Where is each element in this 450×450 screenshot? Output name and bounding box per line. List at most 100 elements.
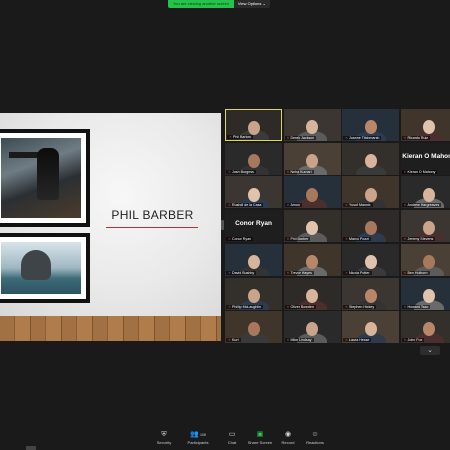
participant-name: ✕Joanne Titchmarsh [343, 136, 382, 140]
participant-tile[interactable]: ✕Ricardo Ruiz [400, 109, 450, 141]
participant-name-text: Marco Pozzi [349, 237, 369, 242]
participant-tile[interactable]: ✕Mike Lindsay [283, 311, 341, 344]
participant-name-text: Conor Ryan [232, 237, 252, 242]
participant-tile[interactable]: ✕Jeremy Stevens [400, 210, 450, 243]
participant-tile[interactable]: ✕Oliver Bowden [283, 277, 341, 310]
participant-tile[interactable]: ✕Phil Barber [283, 210, 341, 243]
muted-mic-icon: ✕ [228, 270, 232, 275]
muted-mic-icon: ✕ [229, 135, 233, 139]
chevron-down-icon: ⌄ [262, 1, 266, 6]
participant-tile[interactable]: ✕Kurt [225, 311, 282, 344]
reactions-label: Reactions [306, 440, 324, 445]
participant-tile[interactable]: ✕Phil Barlow [225, 109, 282, 141]
participant-name: ✕Amon [284, 203, 302, 208]
muted-mic-icon: ✕ [345, 304, 349, 309]
participant-tile[interactable]: ✕Amon [283, 176, 341, 209]
participants-button[interactable]: 👥108 Participants [180, 430, 216, 448]
participant-video [306, 254, 318, 269]
participant-name: ✕Mike Lindsay [284, 338, 314, 343]
shield-icon: ⛨ [161, 431, 167, 438]
participant-count: 108 [199, 433, 206, 437]
batman-photo [1, 138, 81, 218]
participant-video [364, 120, 377, 135]
participant-tile[interactable]: ✕Neha Kumari [283, 142, 341, 175]
participant-tile[interactable]: ✕Marco Pozzi [342, 210, 399, 243]
security-label: Security [156, 440, 172, 445]
muted-mic-icon: ✕ [286, 338, 290, 343]
participant-tile[interactable]: ✕John Fox [400, 311, 450, 344]
participant-name: ✕Marco Pozzi [343, 237, 371, 242]
participant-tile[interactable]: ✕Yusuf Mannix [342, 176, 399, 209]
participant-name-text: Laura Hesse [349, 338, 370, 343]
submarine-photo [1, 242, 81, 294]
participant-name-text: Phil Barlow [233, 135, 251, 139]
slide-title: PHIL BARBER [111, 208, 194, 222]
participant-name-text: Kieran O Mahony [407, 169, 436, 174]
participant-tile[interactable]: ✕Joanne Titchmarsh [342, 109, 399, 141]
participant-name-text: Kurt [232, 338, 239, 343]
participant-tile[interactable]: Conor Ryan ✕Conor Ryan [225, 210, 282, 243]
participant-tile[interactable]: ✕David Bushby [225, 243, 282, 276]
muted-mic-icon: ✕ [228, 237, 232, 242]
participant-name: ✕Neha Kumari [284, 169, 314, 174]
reactions-button[interactable]: ☺ Reactions [297, 430, 333, 448]
participant-name-text: Nicola Potter [349, 270, 370, 275]
muted-mic-icon: ✕ [403, 338, 407, 343]
screen-share-banner: You are viewing another screen View Opti… [168, 0, 270, 8]
participant-tile[interactable]: ✕Trevor Hayes [283, 243, 341, 276]
muted-mic-icon: ✕ [286, 169, 290, 174]
participant-name: ✕Kurt [226, 338, 241, 343]
participant-tile[interactable]: ✕Josh Burgess [225, 142, 282, 175]
participant-name: ✕Derek Jackson [284, 136, 317, 140]
participant-tile[interactable]: Kieran O Mahony✕Kieran O Mahony [400, 142, 450, 175]
participant-name-text: Andrew Hargreaves [407, 203, 440, 208]
participant-name-text: Ricardo Ruiz [407, 136, 429, 140]
split-view-handle[interactable] [221, 220, 224, 230]
participant-video [364, 221, 377, 236]
participant-name-text: Neha Kumari [290, 169, 312, 174]
participant-name: ✕Rushdi de la Casa [226, 203, 264, 208]
participant-video [364, 288, 377, 303]
muted-mic-icon: ✕ [286, 136, 290, 140]
view-options-button[interactable]: View Options ⌄ [233, 0, 270, 8]
muted-mic-icon: ✕ [403, 136, 407, 140]
participant-video [247, 120, 260, 135]
participant-tile[interactable] [342, 142, 399, 175]
next-page-button[interactable]: ⌄ [420, 346, 440, 355]
participant-name: ✕Howard Tsao [401, 304, 431, 309]
participant-tile[interactable]: ✕Laura Hesse [342, 311, 399, 344]
participant-tile[interactable]: ✕Howard Tsao [400, 277, 450, 310]
participant-tile[interactable]: ✕Andrew Hargreaves [400, 176, 450, 209]
participant-video [364, 322, 377, 337]
participant-name: ✕Phil Barber [284, 237, 311, 242]
participant-name-text: Ben Holborn [407, 270, 428, 275]
participant-name: ✕Ben Holborn [401, 270, 430, 275]
muted-mic-icon: ✕ [345, 136, 349, 140]
participant-name-text: Oliver Bowden [290, 304, 314, 309]
participant-name-text: Amon [290, 203, 300, 208]
participant-tile[interactable]: ✕Stephen Hickey [342, 277, 399, 310]
participant-tile[interactable]: ✕Nicola Potter [342, 243, 399, 276]
chevron-down-icon: ⌄ [427, 347, 433, 354]
slide-floor [0, 316, 221, 341]
participant-video [364, 254, 377, 269]
participant-name-display: Kieran O Mahony [402, 152, 450, 160]
muted-mic-icon: ✕ [228, 304, 232, 309]
participant-name-text: Derek Jackson [290, 136, 315, 140]
muted-mic-icon: ✕ [228, 203, 232, 208]
participant-tile[interactable]: ✕Phillip McLaughlin [225, 277, 282, 310]
muted-mic-icon: ✕ [345, 270, 349, 275]
participant-tile[interactable]: ✕Derek Jackson [283, 109, 341, 141]
reactions-icon: ☺ [311, 431, 319, 438]
muted-mic-icon: ✕ [286, 270, 290, 275]
participant-name-text: John Fox [407, 338, 423, 343]
security-button[interactable]: ⛨ Security [146, 430, 182, 448]
participant-name-display: Conor Ryan [235, 220, 272, 228]
participant-tile[interactable]: ✕Rushdi de la Casa [225, 176, 282, 209]
participant-name-text: Yusuf Mannix [349, 203, 371, 208]
participant-video [306, 288, 318, 303]
participant-tile[interactable]: ✕Ben Holborn [400, 243, 450, 276]
participant-name-text: Joanne Titchmarsh [349, 136, 380, 140]
window-resize-handle [26, 446, 36, 450]
participant-video [423, 288, 435, 303]
